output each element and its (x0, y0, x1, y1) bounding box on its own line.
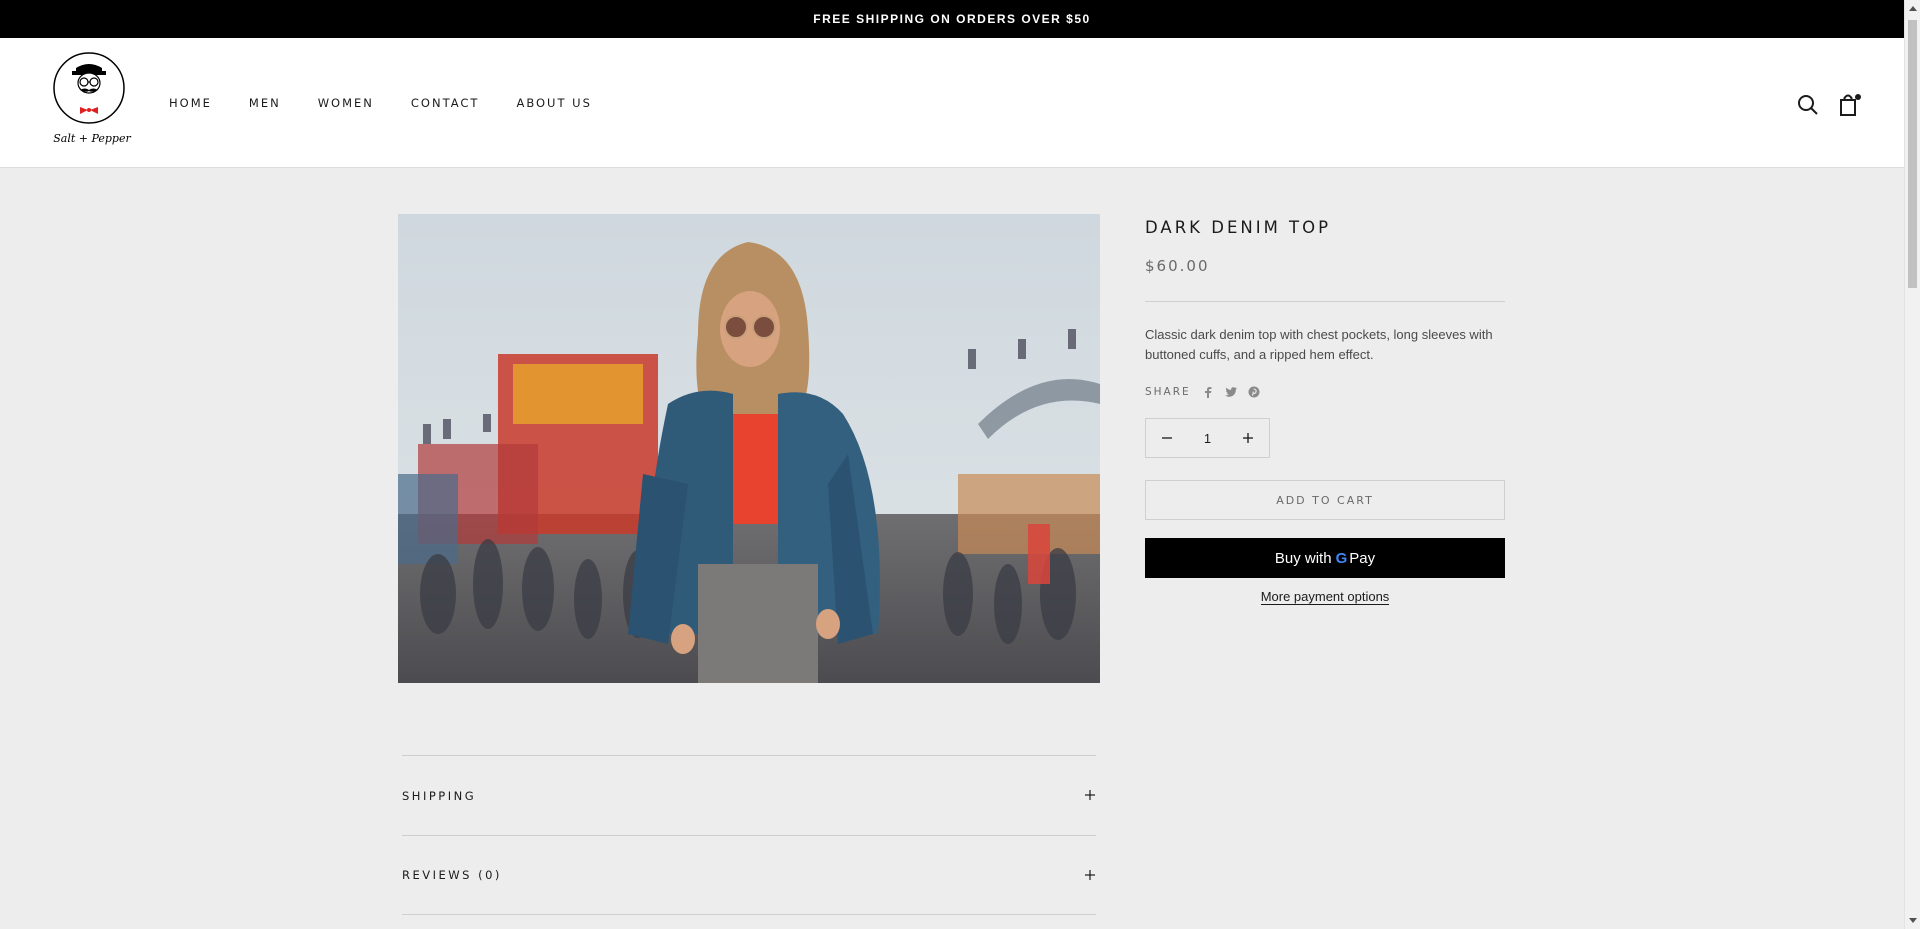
gpay-prefix: Buy with (1274, 549, 1332, 567)
announcement-bar: FREE SHIPPING ON ORDERS OVER $50 (0, 0, 1904, 38)
plus-icon (1084, 866, 1096, 885)
quantity-selector: 1 (1145, 418, 1270, 458)
nav-women[interactable]: WOMEN (318, 96, 374, 110)
share-label: SHARE (1145, 386, 1191, 398)
product-price: $60.00 (1145, 257, 1210, 275)
accordion-shipping[interactable]: SHIPPING (402, 755, 1096, 835)
divider (1145, 301, 1505, 302)
scroll-thumb[interactable] (1908, 20, 1917, 288)
gpay-suffix: Pay (1349, 549, 1376, 567)
cart-icon[interactable] (1836, 92, 1862, 118)
logo[interactable]: Salt + Pepper (50, 52, 131, 152)
product-title: DARK DENIM TOP (1145, 218, 1332, 237)
more-payment-options: More payment options (1145, 589, 1505, 605)
announcement-text: FREE SHIPPING ON ORDERS OVER $50 (813, 12, 1091, 26)
scroll-down-arrow-icon[interactable] (1909, 918, 1917, 923)
nav-about-us[interactable]: ABOUT US (516, 96, 591, 110)
scrollbar[interactable] (1904, 0, 1920, 929)
main-nav: HOME MEN WOMEN CONTACT ABOUT US (169, 96, 629, 110)
logo-text: Salt + Pepper (53, 132, 131, 145)
product-image[interactable] (398, 214, 1100, 683)
facebook-icon[interactable] (1201, 385, 1215, 399)
more-payment-options-link[interactable]: More payment options (1260, 589, 1390, 605)
add-to-cart-button[interactable]: ADD TO CART (1145, 480, 1505, 520)
pinterest-icon[interactable] (1247, 385, 1261, 399)
twitter-icon[interactable] (1224, 385, 1238, 399)
site-header: Salt + Pepper HOME MEN WOMEN CONTACT ABO… (0, 38, 1904, 168)
buy-with-gpay-button[interactable]: Buy with G Pay (1145, 538, 1505, 578)
accordion-reviews[interactable]: REVIEWS (0) (402, 835, 1096, 915)
quantity-input[interactable]: 1 (1204, 431, 1211, 446)
search-icon[interactable] (1795, 92, 1821, 118)
google-g-icon: G (1335, 549, 1348, 567)
scroll-up-arrow-icon[interactable] (1909, 6, 1917, 11)
share-row: SHARE (1145, 385, 1505, 399)
nav-home[interactable]: HOME (169, 96, 212, 110)
quantity-increase-button[interactable] (1241, 431, 1255, 445)
nav-men[interactable]: MEN (249, 96, 281, 110)
accordion-label: REVIEWS (0) (402, 868, 502, 882)
quantity-decrease-button[interactable] (1160, 431, 1174, 445)
plus-icon (1084, 786, 1096, 805)
product-description: Classic dark denim top with chest pocket… (1145, 327, 1493, 362)
accordion-label: SHIPPING (402, 788, 477, 803)
product-accordion: SHIPPING REVIEWS (0) (402, 755, 1096, 915)
product-info: DARK DENIM TOP $60.00 Classic dark denim… (1145, 214, 1505, 605)
nav-contact[interactable]: CONTACT (411, 96, 480, 110)
